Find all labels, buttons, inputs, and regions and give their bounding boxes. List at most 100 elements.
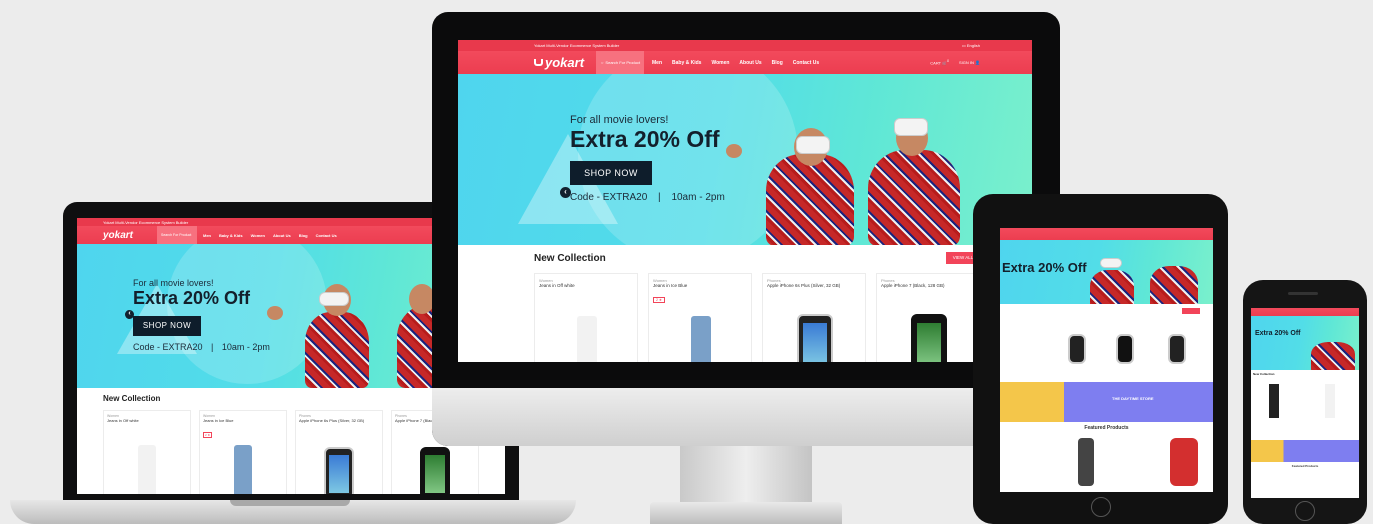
menu-item-baby-kids[interactable]: Baby & Kids [219, 233, 243, 238]
product-card[interactable]: Women Jeans in Ice Blue 2 ★ [199, 410, 287, 494]
sign-in-label: SIGN IN [959, 59, 974, 65]
menu-item-contact-us[interactable]: Contact Us [793, 60, 819, 66]
shop-now-button[interactable]: SHOP NOW [570, 161, 652, 185]
hero-title: Extra 20% Off [1255, 330, 1301, 337]
product-name: Apple iPhone 7 (Black, 128 GB) [881, 283, 945, 288]
promo-banner[interactable] [1251, 440, 1359, 462]
search-placeholder: Search For Product [161, 233, 192, 237]
imac-foot [650, 502, 842, 524]
logo-text: yokart [103, 229, 134, 241]
site-logo[interactable]: yokart [534, 55, 596, 70]
product-card[interactable]: Phones Apple iPhone 7 (Black, 128 GB) [876, 273, 980, 362]
sign-in-button[interactable]: SIGN IN 👤 [959, 60, 980, 65]
product-image [420, 447, 450, 494]
promo-time: 10am - 2pm [671, 192, 725, 203]
product-name: Jeans in Ice Blue [203, 418, 234, 423]
shop-now-button[interactable]: SHOP NOW [133, 316, 201, 336]
navbar [1000, 228, 1213, 240]
hero-title: Extra 20% Off [133, 288, 251, 308]
hero-banner: Extra 20% Off [1251, 316, 1359, 370]
new-collection: New Collection VIEW ALL Women Jeans in O… [458, 245, 1032, 362]
laptop-notch [230, 500, 350, 506]
product-name: Apple iPhone 6s Plus (Silver, 32 GB) [299, 418, 365, 423]
hero-person-shirt [766, 154, 854, 245]
language-label: English [966, 43, 980, 48]
phone-products: New Collection [1251, 370, 1359, 440]
product-name: Jeans in Ice Blue [653, 283, 688, 288]
vr-headset-image [796, 136, 830, 154]
search-box[interactable]: ○ Search For Product [596, 51, 644, 74]
featured-title: Featured Products [1291, 464, 1319, 468]
product-name: Jeans in Off white [107, 418, 139, 423]
site-tagline: Yokart Multi-Vendor Ecommerce System Bui… [103, 219, 189, 225]
header-actions: CART 🛒0 SIGN IN 👤 [930, 59, 980, 65]
hero-person-shirt [1090, 270, 1134, 304]
cart-label: CART [930, 60, 942, 66]
product-image [691, 316, 711, 362]
view-all-button[interactable] [1182, 308, 1200, 314]
collection-title: New Collection [1253, 372, 1275, 376]
collection-title: New Collection [534, 253, 606, 264]
menu-item-women[interactable]: Women [711, 60, 729, 66]
menu-item-contact-us[interactable]: Contact Us [316, 233, 337, 238]
logo-cart-icon [534, 59, 543, 66]
navbar: yokart ○ Search For Product Men Baby & K… [458, 51, 1032, 74]
language-selector[interactable]: ▭ English [962, 43, 980, 48]
vr-headset-image [319, 292, 349, 306]
menu-item-blog[interactable]: Blog [299, 233, 308, 238]
vr-headset-image-2 [894, 118, 928, 136]
hero-person-fist [726, 144, 742, 158]
tablet-product-row [1000, 304, 1213, 382]
product-list: Women Jeans in Off white Women Jeans in … [534, 273, 980, 362]
featured-title: Featured Products [1084, 425, 1129, 431]
promo-code: Code - EXTRA20 [570, 192, 648, 203]
search-box[interactable]: Search For Product [157, 226, 197, 244]
collection-title: New Collection [103, 394, 161, 403]
menu-item-women[interactable]: Women [251, 233, 265, 238]
site-tagline: Yokart Multi-Vendor Ecommerce System Bui… [534, 43, 620, 48]
cart-button[interactable]: CART 🛒0 [930, 59, 949, 65]
menu-item-about-us[interactable]: About Us [273, 233, 291, 238]
hero-title: Extra 20% Off [1002, 260, 1087, 275]
imac-stand [680, 446, 812, 506]
product-image [1168, 334, 1186, 364]
product-list: Women Jeans in Off white Women Jeans in … [103, 410, 479, 494]
user-icon: 👤 [975, 59, 980, 65]
menu-item-about-us[interactable]: About Us [739, 60, 761, 66]
product-card[interactable]: Women Jeans in Off white [103, 410, 191, 494]
menu-item-men[interactable]: Men [652, 60, 662, 66]
phone-home-button [1295, 501, 1315, 521]
product-image [797, 314, 833, 362]
rating-badge: 2 ★ [203, 432, 213, 438]
product-card[interactable]: Women Jeans in Ice Blue 2 ★ [648, 273, 752, 362]
product-card[interactable]: Women Jeans in Off white [534, 273, 638, 362]
product-image [1325, 384, 1335, 418]
product-image [1068, 334, 1086, 364]
menu-item-men[interactable]: Men [203, 233, 211, 238]
product-card[interactable]: Phones Apple iPhone 6s Plus (Silver, 32 … [295, 410, 383, 494]
product-image [324, 447, 354, 494]
hero-title: Extra 20% Off [570, 126, 720, 152]
site-logo[interactable]: yokart [103, 230, 157, 241]
navbar [1251, 308, 1359, 316]
product-image [1116, 334, 1134, 364]
code-separator: | [658, 192, 661, 203]
code-separator: | [211, 342, 214, 352]
product-card[interactable]: Phones Apple iPhone 6s Plus (Silver, 32 … [762, 273, 866, 362]
promo-code: Code - EXTRA20 [133, 342, 203, 352]
menu-item-baby-kids[interactable]: Baby & Kids [672, 60, 701, 66]
menu-item-blog[interactable]: Blog [772, 60, 783, 66]
featured-products [1000, 434, 1213, 492]
top-strip: Yokart Multi-Vendor Ecommerce System Bui… [458, 40, 1032, 51]
hero-person-fist [267, 306, 283, 320]
tablet-home-button [1091, 497, 1111, 517]
hero-subtitle: For all movie lovers! [570, 114, 669, 126]
product-image [577, 316, 597, 362]
product-image [1269, 384, 1279, 418]
product-image [1078, 438, 1094, 486]
promo-banner[interactable]: THE DAYTIME STORE [1000, 382, 1213, 422]
phone-screen: Extra 20% Off New Collection Featured Pr… [1251, 308, 1359, 498]
rating-badge: 2 ★ [653, 297, 666, 303]
hero-code: Code - EXTRA20 | 10am - 2pm [133, 342, 270, 352]
product-image [911, 314, 947, 362]
